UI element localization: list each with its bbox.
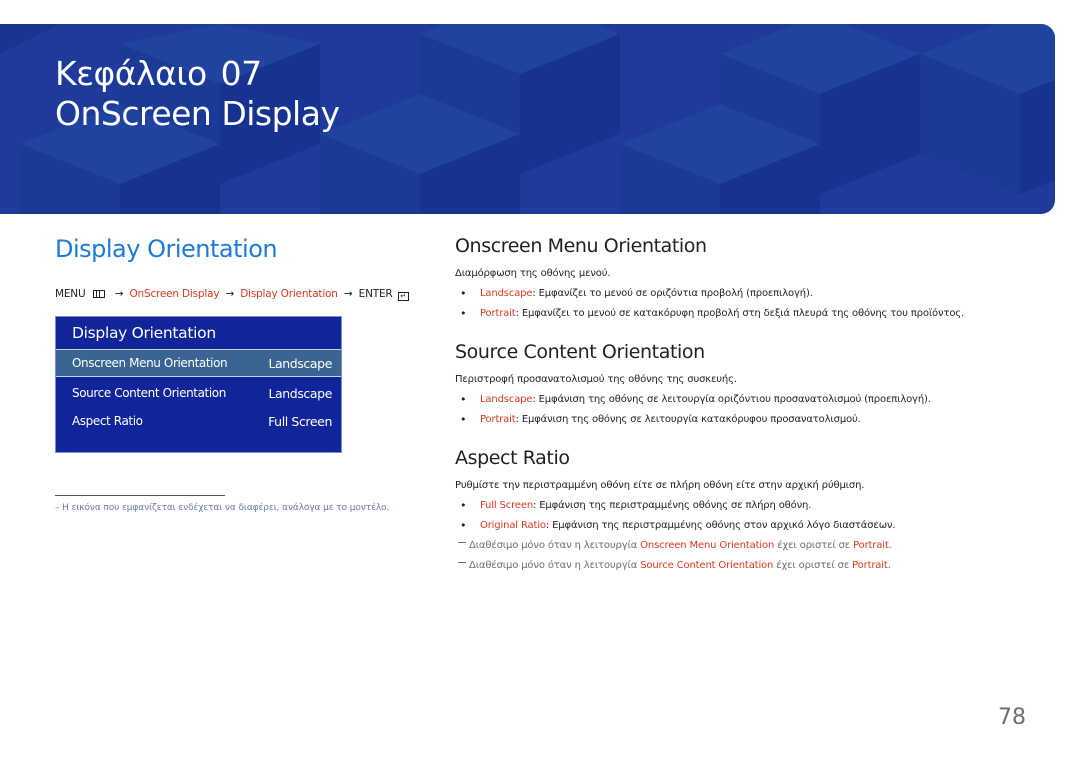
- menu-grid-icon: [92, 290, 105, 298]
- section-title: Display Orientation: [55, 235, 278, 263]
- option-term: Portrait: [480, 414, 516, 425]
- menu-label: MENU: [55, 288, 86, 300]
- page-number: 78: [998, 705, 1026, 730]
- option-list: Full Screen: Εμφάνιση της περιστραμμένης…: [455, 496, 1015, 536]
- chapter-title: Κεφάλαιο 07 OnScreen Display: [55, 54, 340, 134]
- availability-note: Διαθέσιμο μόνο όταν η λειτουργία Onscree…: [455, 536, 1015, 556]
- section-aspect-ratio: Aspect Ratio Ρυθμίστε την περιστραμμένη …: [455, 444, 1015, 576]
- osd-item-value: Full Screen: [268, 413, 332, 429]
- option-term: Landscape: [480, 394, 533, 405]
- osd-menu-panel: Display Orientation Onscreen Menu Orient…: [55, 316, 342, 453]
- option-item: Original Ratio: Εμφάνιση της περιστραμμέ…: [455, 516, 1015, 536]
- option-text: : Εμφανίζει το μενού σε κατακόρυφη προβο…: [515, 308, 965, 319]
- section-heading: Onscreen Menu Orientation: [455, 235, 707, 257]
- note-text: .: [887, 560, 891, 571]
- note-text: Διαθέσιμο μόνο όταν η λειτουργία: [469, 560, 641, 571]
- section-heading: Source Content Orientation: [455, 341, 705, 363]
- option-item: Full Screen: Εμφάνιση της περιστραμμένης…: [455, 496, 1015, 516]
- footnote-divider: [55, 495, 225, 496]
- chapter-subtitle: OnScreen Display: [55, 94, 340, 133]
- note-term: Onscreen Menu Orientation: [640, 540, 775, 551]
- note-term: Source Content Orientation: [640, 560, 774, 571]
- option-term: Landscape: [480, 288, 533, 299]
- osd-item-source-content-orientation[interactable]: Source Content Orientation Landscape: [56, 379, 341, 407]
- osd-item-label: Onscreen Menu Orientation: [72, 356, 228, 370]
- arrow-icon: →: [343, 288, 353, 300]
- chapter-number: 07: [220, 54, 263, 93]
- breadcrumb-onscreen-display[interactable]: OnScreen Display: [129, 288, 219, 300]
- right-column: Onscreen Menu Orientation Διαμόρφωση της…: [455, 232, 1015, 576]
- section-description: Περιστροφή προσανατολισμού της οθόνης τη…: [455, 374, 737, 385]
- note-text: έχει οριστεί σε: [773, 560, 853, 571]
- arrow-icon: →: [225, 288, 235, 300]
- enter-label: ENTER: [358, 288, 393, 300]
- osd-item-label: Source Content Orientation: [72, 386, 226, 400]
- osd-item-label: Aspect Ratio: [72, 414, 143, 428]
- note-text: .: [888, 540, 892, 551]
- osd-item-onscreen-menu-orientation[interactable]: Onscreen Menu Orientation Landscape: [56, 349, 341, 377]
- option-text: : Εμφάνιση της οθόνης σε λειτουργία οριζ…: [532, 394, 931, 405]
- option-list: Landscape: Εμφανίζει το μενού σε οριζόντ…: [455, 284, 1015, 324]
- option-term: Portrait: [480, 308, 516, 319]
- section-description: Διαμόρφωση της οθόνης μενού.: [455, 268, 611, 279]
- image-disclaimer-footnote: – Η εικόνα που εμφανίζεται ενδέχεται να …: [55, 503, 390, 513]
- option-item: Landscape: Εμφανίζει το μενού σε οριζόντ…: [455, 284, 1015, 304]
- note-text: έχει οριστεί σε: [774, 540, 854, 551]
- option-text: : Εμφάνιση της οθόνης σε λειτουργία κατα…: [515, 414, 861, 425]
- osd-item-value: Landscape: [268, 355, 332, 371]
- arrow-icon: →: [114, 288, 124, 300]
- option-item: Portrait: Εμφάνιση της οθόνης σε λειτουρ…: [455, 410, 1015, 430]
- left-column: Display Orientation: [55, 232, 400, 266]
- chapter-heading: Κεφάλαιο 07: [55, 54, 339, 94]
- chapter-label: Κεφάλαιο: [55, 54, 207, 93]
- note-text: Διαθέσιμο μόνο όταν η λειτουργία: [469, 540, 641, 551]
- menu-path-breadcrumb: MENU → OnScreen Display → Display Orient…: [55, 288, 409, 301]
- option-item: Portrait: Εμφανίζει το μενού σε κατακόρυ…: [455, 304, 1015, 324]
- option-term: Original Ratio: [480, 520, 546, 531]
- section-source-content-orientation: Source Content Orientation Περιστροφή πρ…: [455, 338, 1015, 430]
- osd-header: Display Orientation: [72, 324, 216, 342]
- option-list: Landscape: Εμφάνιση της οθόνης σε λειτου…: [455, 390, 1015, 430]
- section-description: Ρυθμίστε την περιστραμμένη οθόνη είτε σε…: [455, 480, 865, 491]
- option-text: : Εμφάνιση της περιστραμμένης οθόνης στο…: [545, 520, 896, 531]
- option-text: : Εμφανίζει το μενού σε οριζόντια προβολ…: [532, 288, 813, 299]
- option-text: : Εμφάνιση της περιστραμμένης οθόνης σε …: [533, 500, 812, 511]
- note-value: Portrait: [852, 560, 888, 571]
- option-item: Landscape: Εμφάνιση της οθόνης σε λειτου…: [455, 390, 1015, 410]
- chapter-banner: Κεφάλαιο 07 OnScreen Display: [0, 24, 1055, 214]
- enter-icon: ↵: [397, 292, 409, 301]
- note-value: Portrait: [853, 540, 889, 551]
- breadcrumb-display-orientation[interactable]: Display Orientation: [240, 288, 338, 300]
- section-heading: Aspect Ratio: [455, 447, 570, 469]
- osd-item-aspect-ratio[interactable]: Aspect Ratio Full Screen: [56, 407, 341, 435]
- section-onscreen-menu-orientation: Onscreen Menu Orientation Διαμόρφωση της…: [455, 232, 1015, 324]
- availability-note: Διαθέσιμο μόνο όταν η λειτουργία Source …: [455, 556, 1015, 576]
- option-term: Full Screen: [480, 500, 534, 511]
- osd-item-value: Landscape: [268, 385, 332, 401]
